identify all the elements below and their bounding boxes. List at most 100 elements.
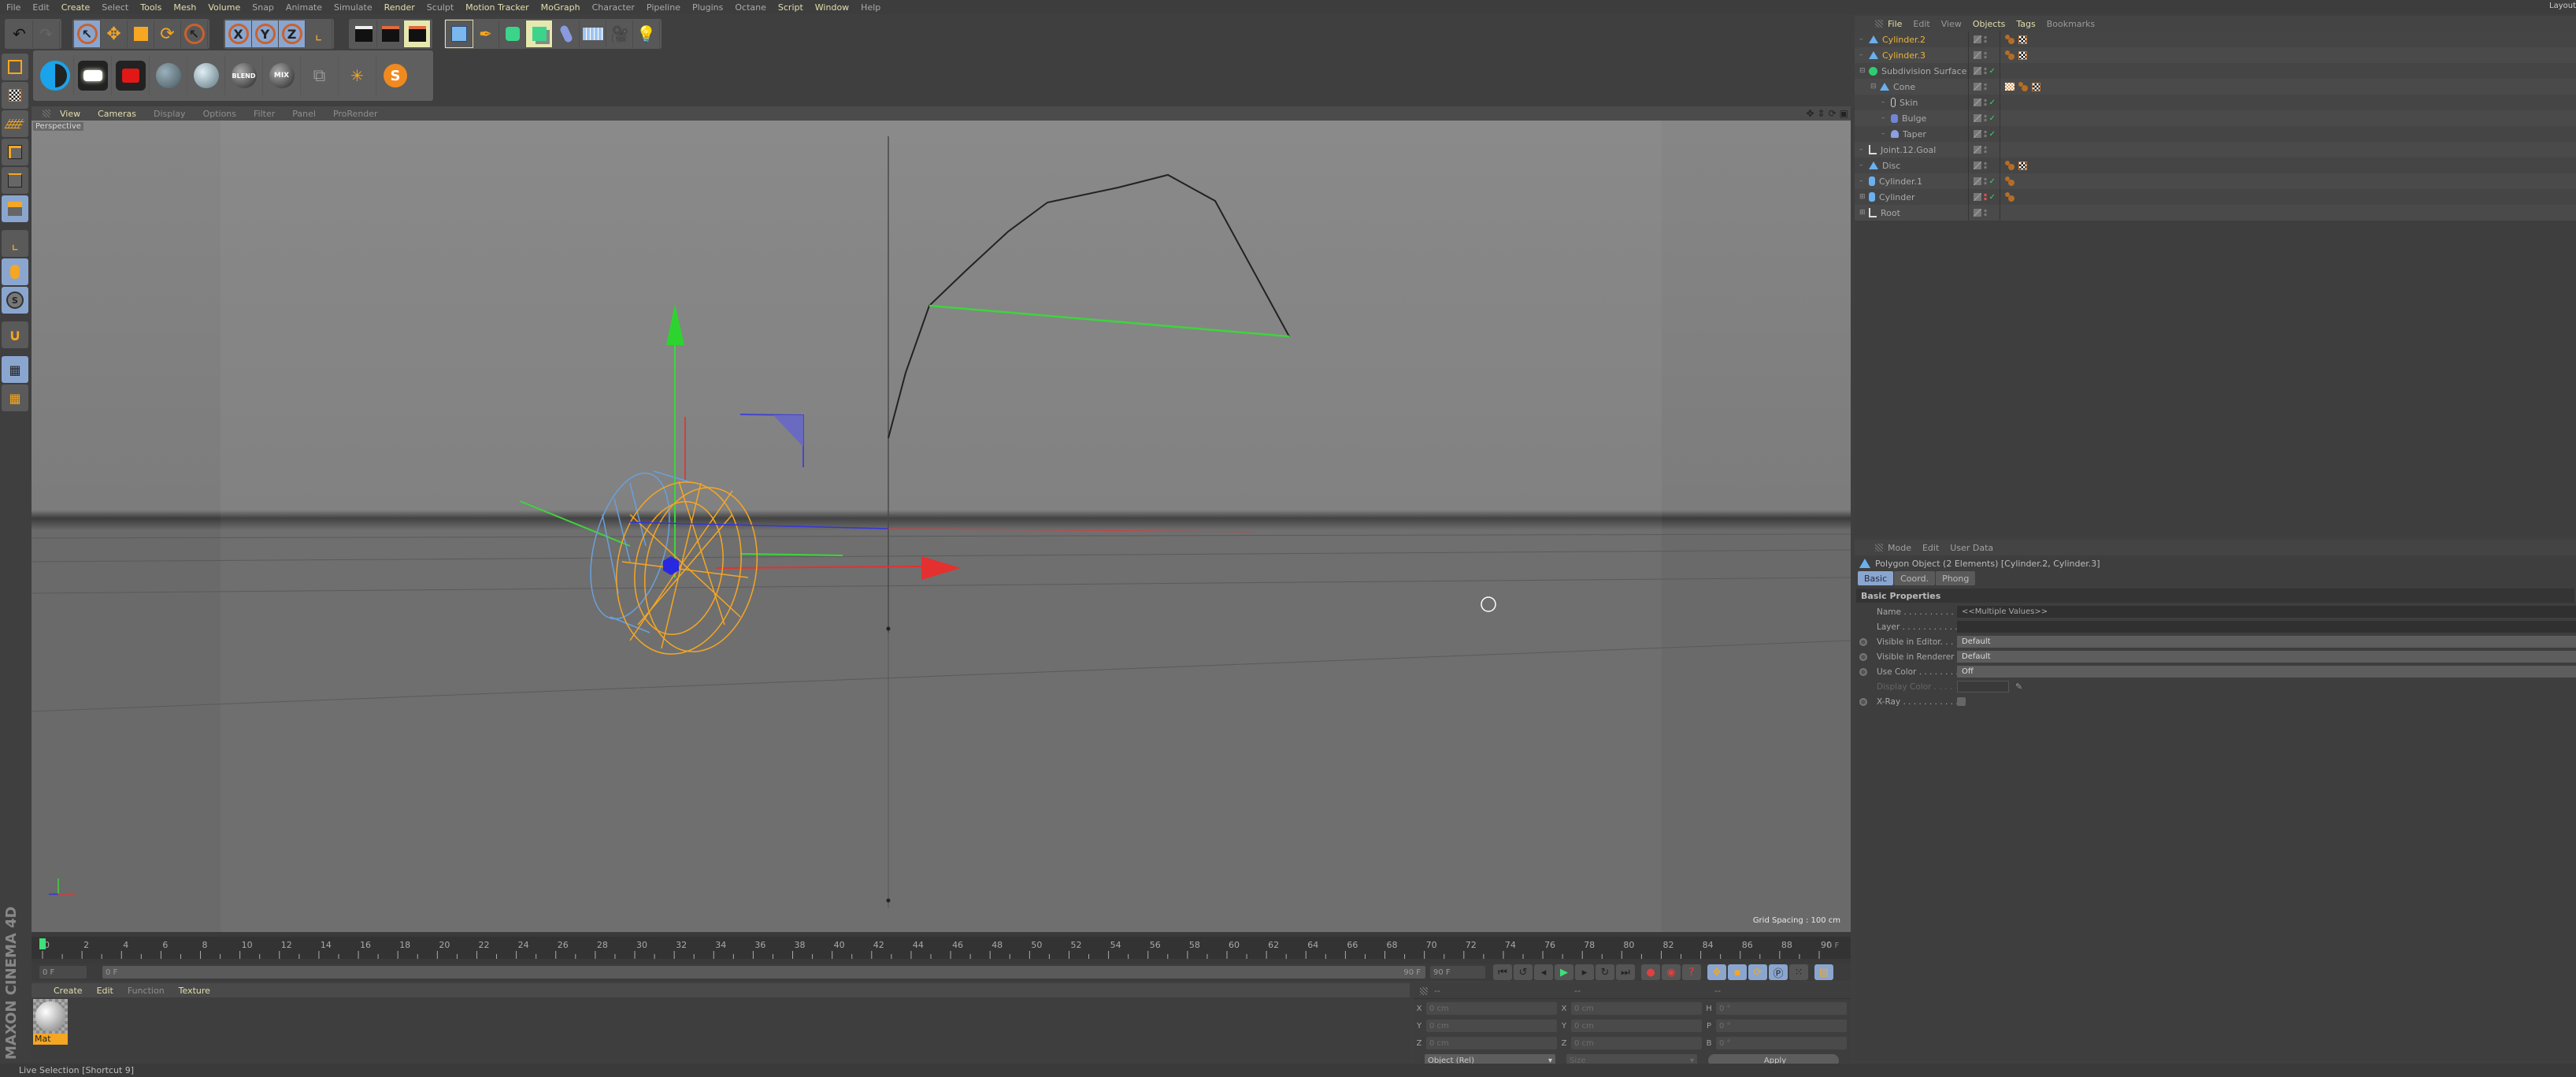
maximize-view-icon[interactable]: ▣ xyxy=(1840,108,1848,119)
layer-icon[interactable] xyxy=(1973,114,1981,122)
layer-icon[interactable] xyxy=(1973,177,1981,185)
visible-renderer-select[interactable]: Default xyxy=(1957,651,2576,663)
menu-animate[interactable]: Animate xyxy=(286,2,322,13)
glossy-material-button[interactable] xyxy=(187,56,225,95)
render-picture-viewer-button[interactable] xyxy=(377,20,404,47)
name-input[interactable]: <<Multiple Values>> xyxy=(1957,606,2576,618)
rotation-b-field[interactable]: 0 ° xyxy=(1716,1037,1847,1049)
texture-tag-icon[interactable] xyxy=(2018,35,2027,44)
snap-button[interactable]: ∪ xyxy=(2,321,28,348)
visibility-dots-icon[interactable] xyxy=(1983,67,1987,75)
object-row-cylinder[interactable]: ⊞ Cylinder ✓ xyxy=(1855,189,2576,205)
menu-tools[interactable]: Tools xyxy=(140,2,161,13)
enabled-check-icon[interactable]: ✓ xyxy=(1989,130,1996,139)
object-menu-bookmarks[interactable]: Bookmarks xyxy=(2047,19,2095,29)
menu-mograph[interactable]: MoGraph xyxy=(541,2,580,13)
octane-light-button[interactable] xyxy=(74,56,112,95)
cloner-button[interactable] xyxy=(526,20,553,47)
material-tag-icon[interactable] xyxy=(2005,192,2014,202)
object-menu-tags[interactable]: Tags xyxy=(2016,19,2035,29)
tab-basic[interactable]: Basic xyxy=(1858,571,1894,585)
attribute-menu-edit[interactable]: Edit xyxy=(1922,543,1939,553)
menu-volume[interactable]: Volume xyxy=(208,2,240,13)
viewport-perspective[interactable]: Perspective Grid Spacing : 100 cm xyxy=(32,121,1851,932)
expand-icon[interactable]: ⊞ xyxy=(1859,193,1867,201)
edges-mode-button[interactable] xyxy=(2,167,28,194)
visible-editor-select[interactable]: Default xyxy=(1957,636,2576,648)
visibility-dots-icon[interactable] xyxy=(1983,83,1987,91)
z-axis-lock-button[interactable]: Z xyxy=(279,20,306,47)
record-point-level-button[interactable]: ⁙ xyxy=(1789,964,1808,980)
object-row-joint-12-goal[interactable]: – Joint.12.Goal xyxy=(1855,142,2576,158)
menu-pipeline[interactable]: Pipeline xyxy=(647,2,680,13)
material-tag-icon[interactable] xyxy=(2005,50,2014,60)
move-tool-button[interactable]: ✥ xyxy=(101,20,128,47)
live-selection-button[interactable]: ↖ xyxy=(74,20,101,47)
layer-icon[interactable] xyxy=(1973,67,1981,75)
x-axis-lock-button[interactable]: X xyxy=(225,20,252,47)
octane-settings-button[interactable]: S xyxy=(376,56,414,95)
expand-icon[interactable]: ⊞ xyxy=(1859,209,1867,217)
animation-radio[interactable] xyxy=(1859,697,1867,706)
visibility-dots-icon[interactable] xyxy=(1983,114,1987,122)
timeline-ruler[interactable]: 0 2 4 6 8 10 12 14 16 18 20 22 24 26 28 30 32 34 36 38 40 42 4… xyxy=(32,932,1851,964)
previous-frame-button[interactable]: ◂ xyxy=(1534,964,1553,980)
size-z-field[interactable]: 0 cm xyxy=(1571,1037,1702,1049)
undo-button[interactable]: ↶ xyxy=(6,20,33,47)
object-row-taper[interactable]: – Taper ✓ xyxy=(1855,126,2576,142)
menu-file[interactable]: File xyxy=(6,2,20,13)
texture-tag-icon[interactable] xyxy=(2018,161,2027,170)
go-to-start-button[interactable]: ⏮ xyxy=(1493,964,1512,980)
visibility-dots-icon[interactable] xyxy=(1983,209,1987,217)
layer-icon[interactable] xyxy=(1973,130,1981,138)
record-rotation-button[interactable]: ⟳ xyxy=(1748,964,1767,980)
position-z-field[interactable]: 0 cm xyxy=(1426,1037,1557,1049)
node-editor-button[interactable]: ⧉ xyxy=(301,56,339,95)
layer-icon[interactable] xyxy=(1973,146,1981,154)
record-position-button[interactable]: ✥ xyxy=(1707,964,1726,980)
blend-material-button[interactable]: BLEND xyxy=(225,56,263,95)
planar-workplane-button[interactable]: ▦ xyxy=(2,384,28,411)
layer-icon[interactable] xyxy=(1973,193,1981,201)
rotation-h-field[interactable]: 0 ° xyxy=(1716,1002,1847,1015)
color-picker-icon[interactable]: ✎ xyxy=(2015,681,2022,692)
make-editable-button[interactable] xyxy=(2,54,28,80)
texture-mode-button[interactable] xyxy=(2,82,28,109)
current-frame-field[interactable]: 0 F xyxy=(39,966,87,979)
attribute-menu-mode[interactable]: Mode xyxy=(1888,543,1911,553)
tab-coord[interactable]: Coord. xyxy=(1894,571,1936,585)
menu-snap[interactable]: Snap xyxy=(252,2,274,13)
menu-script[interactable]: Script xyxy=(778,2,803,13)
layer-icon[interactable] xyxy=(1973,51,1981,59)
timeline-window-button[interactable]: ▤ xyxy=(1814,964,1833,980)
menu-character[interactable]: Character xyxy=(592,2,635,13)
animation-radio[interactable] xyxy=(1859,667,1867,676)
enabled-check-icon[interactable]: ✓ xyxy=(1989,67,1996,76)
coordinate-system-button[interactable]: ⌞ xyxy=(306,20,332,47)
layer-icon[interactable] xyxy=(1973,162,1981,169)
axis-mode-button[interactable]: ⌞ xyxy=(2,230,28,257)
menu-plugins[interactable]: Plugins xyxy=(692,2,723,13)
locked-workplane-button[interactable]: ▦ xyxy=(2,356,28,383)
visibility-dots-icon[interactable] xyxy=(1983,51,1987,59)
material-tag-icon[interactable] xyxy=(2005,35,2014,44)
menu-select[interactable]: Select xyxy=(102,2,128,13)
viewport-menu-prorender[interactable]: ProRender xyxy=(333,109,378,119)
visibility-dots-icon[interactable] xyxy=(1983,130,1987,138)
points-mode-button[interactable] xyxy=(2,139,28,165)
texture-tag-icon[interactable] xyxy=(2018,50,2027,60)
diffuse-material-button[interactable] xyxy=(150,56,187,95)
material-menu-create[interactable]: Create xyxy=(54,986,83,996)
y-axis-lock-button[interactable]: Y xyxy=(252,20,279,47)
layer-icon[interactable] xyxy=(1973,83,1981,91)
xray-checkbox[interactable] xyxy=(1957,697,1966,706)
solo-mode-button[interactable]: S xyxy=(2,287,28,314)
menu-motion-tracker[interactable]: Motion Tracker xyxy=(465,2,528,13)
tab-phong[interactable]: Phong xyxy=(1936,571,1976,585)
material-menu-edit[interactable]: Edit xyxy=(97,986,113,996)
viewport-menu-display[interactable]: Display xyxy=(154,109,186,119)
zoom-view-icon[interactable]: ⇕ xyxy=(1818,108,1825,119)
menu-octane[interactable]: Octane xyxy=(735,2,766,13)
octane-scatter-button[interactable]: ✳ xyxy=(339,56,376,95)
tweak-mode-button[interactable] xyxy=(2,258,28,285)
